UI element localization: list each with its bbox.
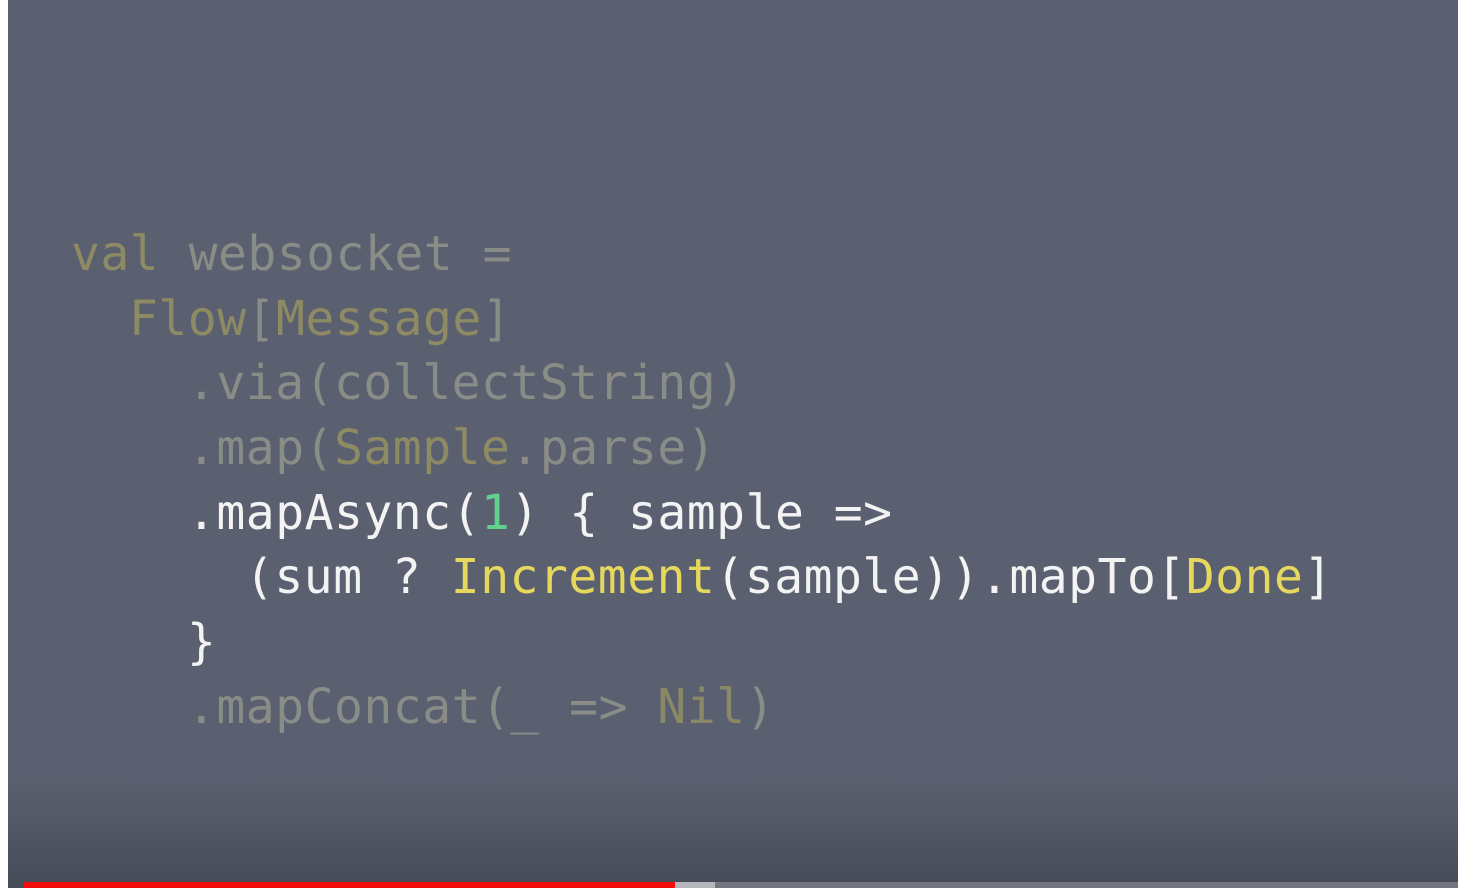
code-line-3: .via(collectString): [71, 351, 1333, 416]
value-nil: Nil: [657, 678, 746, 735]
type-increment: Increment: [450, 549, 716, 606]
type-done: Done: [1185, 549, 1304, 606]
bracket-open: [: [246, 290, 276, 347]
progress-played[interactable]: [24, 882, 676, 888]
mapconcat-open: .mapConcat(_ =>: [187, 678, 658, 735]
keyword-val: val: [71, 226, 160, 282]
code-line-6: (sum ? Increment(sample)).mapTo[Done]: [71, 545, 1333, 610]
websocket-declaration: websocket =: [159, 226, 512, 282]
code-line-1: val websocket =: [71, 222, 1333, 287]
closing-brace: }: [187, 614, 217, 671]
code-line-7: }: [71, 610, 1333, 675]
map-open: .map(: [187, 420, 334, 477]
code-line-5: .mapAsync(1) { sample =>: [71, 481, 1333, 546]
progress-bar[interactable]: [24, 882, 1458, 888]
code-line-2: Flow[Message]: [71, 287, 1333, 352]
video-player[interactable]: val websocket = Flow[Message] .via(collect…: [8, 0, 1458, 888]
bottom-gradient: [8, 778, 1458, 888]
mapconcat-close: ): [745, 678, 775, 735]
bracket-close-done: ]: [1303, 549, 1333, 606]
parallelism-number: 1: [480, 484, 511, 541]
code-slide: val websocket = Flow[Message] .via(collect…: [71, 222, 1333, 740]
type-sample: Sample: [334, 420, 511, 477]
code-line-8: .mapConcat(_ => Nil): [71, 675, 1333, 740]
lambda-start: ) { sample =>: [510, 484, 893, 541]
type-flow: Flow: [129, 290, 247, 347]
code-line-4: .map(Sample.parse): [71, 416, 1333, 481]
parse-call: .parse): [510, 420, 717, 477]
mapasync-open: .mapAsync(: [187, 484, 481, 541]
bracket-close: ]: [481, 290, 512, 347]
type-message: Message: [276, 290, 482, 347]
via-call: .via(collectString): [187, 355, 746, 412]
mapto-call: (sample)).mapTo[: [715, 549, 1186, 606]
sum-ask: (sum ?: [245, 549, 451, 606]
